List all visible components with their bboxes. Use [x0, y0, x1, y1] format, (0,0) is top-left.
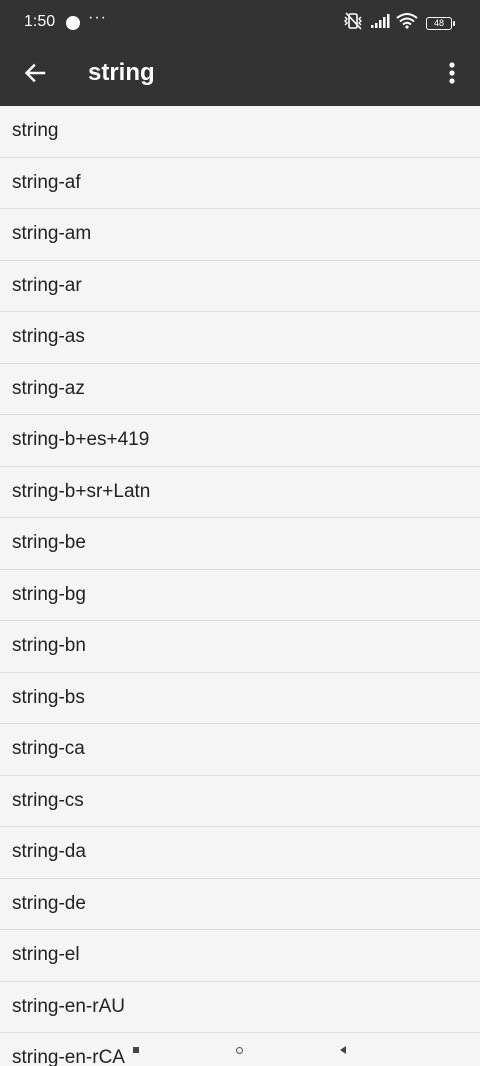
list-item[interactable]: string-cs — [0, 775, 480, 827]
notification-dot-icon — [66, 16, 80, 30]
list-item[interactable]: string-el — [0, 930, 480, 982]
nav-back-icon[interactable] — [340, 1046, 346, 1054]
list-item-label: string-ar — [12, 274, 82, 296]
list-item-label: string-b+es+419 — [12, 429, 150, 451]
list-item-label: string-as — [12, 326, 85, 348]
list-item[interactable]: string-as — [0, 312, 480, 364]
string-folder-list: string string-af string-am string-ar str… — [0, 106, 480, 1066]
list-item-label: string-en-rAU — [12, 995, 125, 1017]
list-item[interactable]: string-da — [0, 827, 480, 879]
list-item[interactable]: string-en-rAU — [0, 981, 480, 1033]
list-item[interactable]: string — [0, 106, 480, 158]
list-item-label: string-ca — [12, 738, 85, 760]
list-item-label: string-be — [12, 532, 86, 554]
list-item-label: string-da — [12, 841, 86, 863]
battery-icon: 48 — [426, 16, 455, 30]
list-item-label: string-de — [12, 892, 86, 914]
more-options-button[interactable] — [438, 58, 466, 92]
home-icon[interactable] — [236, 1047, 243, 1054]
status-time: 1:50 — [24, 13, 56, 30]
list-item-label: string — [12, 120, 59, 142]
list-item-label: string-az — [12, 377, 85, 399]
list-item[interactable]: string-b+sr+Latn — [0, 466, 480, 518]
list-item[interactable]: string-ca — [0, 724, 480, 776]
list-item[interactable]: string-de — [0, 878, 480, 930]
list-item[interactable]: string-b+es+419 — [0, 415, 480, 467]
wifi-icon — [396, 12, 418, 34]
list-item[interactable]: string-ar — [0, 260, 480, 312]
signal-icon — [370, 13, 390, 34]
battery-level: 48 — [433, 17, 444, 28]
list-item[interactable]: string-be — [0, 518, 480, 570]
vibrate-off-icon — [342, 11, 364, 36]
list-item[interactable]: string-bg — [0, 569, 480, 621]
app-bar: string — [0, 44, 480, 106]
top-bar: 1:50 ··· 48 string — [0, 0, 480, 106]
list-item-label: string-am — [12, 223, 92, 245]
list-item-label: string-cs — [12, 789, 84, 811]
list-item-label: string-af — [12, 171, 81, 193]
recents-icon[interactable] — [133, 1047, 139, 1053]
list-item-label: string-bn — [12, 635, 86, 657]
status-bar: 1:50 ··· 48 — [0, 0, 480, 44]
list-item-label: string-el — [12, 944, 80, 966]
list-item[interactable]: string-af — [0, 157, 480, 209]
list-item[interactable]: string-am — [0, 209, 480, 261]
back-button[interactable] — [18, 58, 52, 92]
more-vertical-icon — [449, 61, 455, 89]
page-title: string — [88, 59, 155, 86]
arrow-back-icon — [23, 61, 47, 90]
list-item-label: string-bg — [12, 583, 86, 605]
status-icons: 48 — [342, 11, 455, 36]
list-item-label: string-b+sr+Latn — [12, 480, 151, 502]
navigation-bar — [0, 1042, 480, 1066]
list-item-label: string-bs — [12, 686, 85, 708]
list-item[interactable]: string-bs — [0, 672, 480, 724]
more-notifications-icon: ··· — [88, 9, 107, 26]
list-item[interactable]: string-bn — [0, 621, 480, 673]
list-item[interactable]: string-az — [0, 363, 480, 415]
